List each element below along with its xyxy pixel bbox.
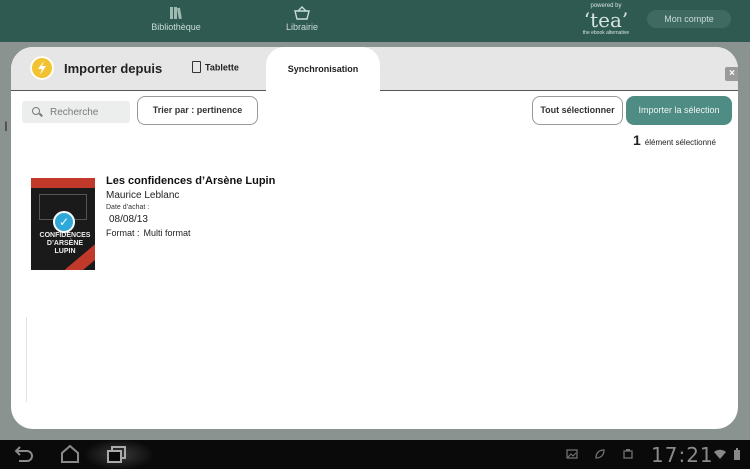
background-text: I (4, 118, 8, 134)
sort-button[interactable]: Trier par : pertinence (137, 96, 258, 125)
search-box[interactable] (22, 101, 130, 123)
recent-apps-icon[interactable] (105, 444, 129, 464)
book-format: Format : Multi format (106, 228, 191, 238)
format-value: Multi format (143, 228, 191, 238)
gallery-notification-icon (566, 449, 578, 459)
import-selection-button[interactable]: Importer la sélection (626, 96, 732, 125)
cover-stripe (31, 178, 95, 188)
search-icon (32, 107, 40, 115)
dialog-header: Importer depuis Tablette Synchronisation… (11, 47, 738, 92)
book-author: Maurice Leblanc (106, 190, 180, 201)
selection-count-number: 1 (633, 132, 641, 148)
nav-librairie-label: Librairie (285, 22, 318, 32)
wifi-icon (714, 449, 726, 459)
system-navigation-bar: 17:21 (0, 440, 750, 469)
nav-bibliotheque-label: Bibliothèque (151, 22, 201, 32)
divider (26, 317, 27, 402)
dialog-title: Importer depuis (64, 61, 163, 76)
basket-icon (294, 6, 310, 20)
search-input[interactable] (50, 104, 126, 120)
purchase-date-label: Date d’achat : (106, 204, 150, 211)
selection-count-label: élément sélectionné (644, 138, 716, 147)
selection-count: 1 élément sélectionné (633, 132, 716, 150)
tablet-icon (192, 61, 201, 73)
nav-bibliotheque[interactable]: Bibliothèque (148, 6, 204, 32)
brand-logo: powered by ‘tea’ the ebook alternative (575, 2, 637, 37)
import-dialog: Importer depuis Tablette Synchronisation… (11, 47, 738, 429)
checkmark-icon: ✓ (53, 211, 75, 233)
leaf-notification-icon (595, 449, 605, 459)
clock: 17:21 (651, 443, 714, 467)
screenshot-notification-icon (623, 449, 633, 459)
import-source-icon (30, 56, 54, 80)
brand-name: ‘tea’ (583, 8, 629, 32)
tab-synchronisation[interactable]: Synchronisation (266, 47, 380, 92)
account-button[interactable]: Mon compte (647, 10, 731, 28)
close-button[interactable]: × (725, 67, 738, 81)
tab-synchronisation-label: Synchronisation (287, 64, 359, 74)
battery-icon (734, 448, 740, 460)
book-title[interactable]: Les confidences d’Arsène Lupin (106, 175, 275, 187)
tab-tablette-label: Tablette (205, 62, 239, 73)
books-icon (170, 7, 182, 20)
home-icon[interactable] (58, 444, 82, 464)
book-cover[interactable]: LES CONFIDENCES D’ARSÈNE LUPIN ✓ (31, 178, 95, 270)
tab-tablette[interactable]: Tablette (192, 61, 239, 74)
format-label: Format : (106, 228, 140, 238)
purchase-date: 08/08/13 (109, 214, 148, 225)
select-all-button[interactable]: Tout sélectionner (532, 96, 623, 125)
brand-tagline: the ebook alternative (582, 30, 630, 36)
back-icon[interactable] (11, 444, 35, 464)
app-top-bar: Bibliothèque Librairie powered by ‘tea’ … (0, 0, 750, 42)
nav-librairie[interactable]: Librairie (283, 6, 321, 32)
